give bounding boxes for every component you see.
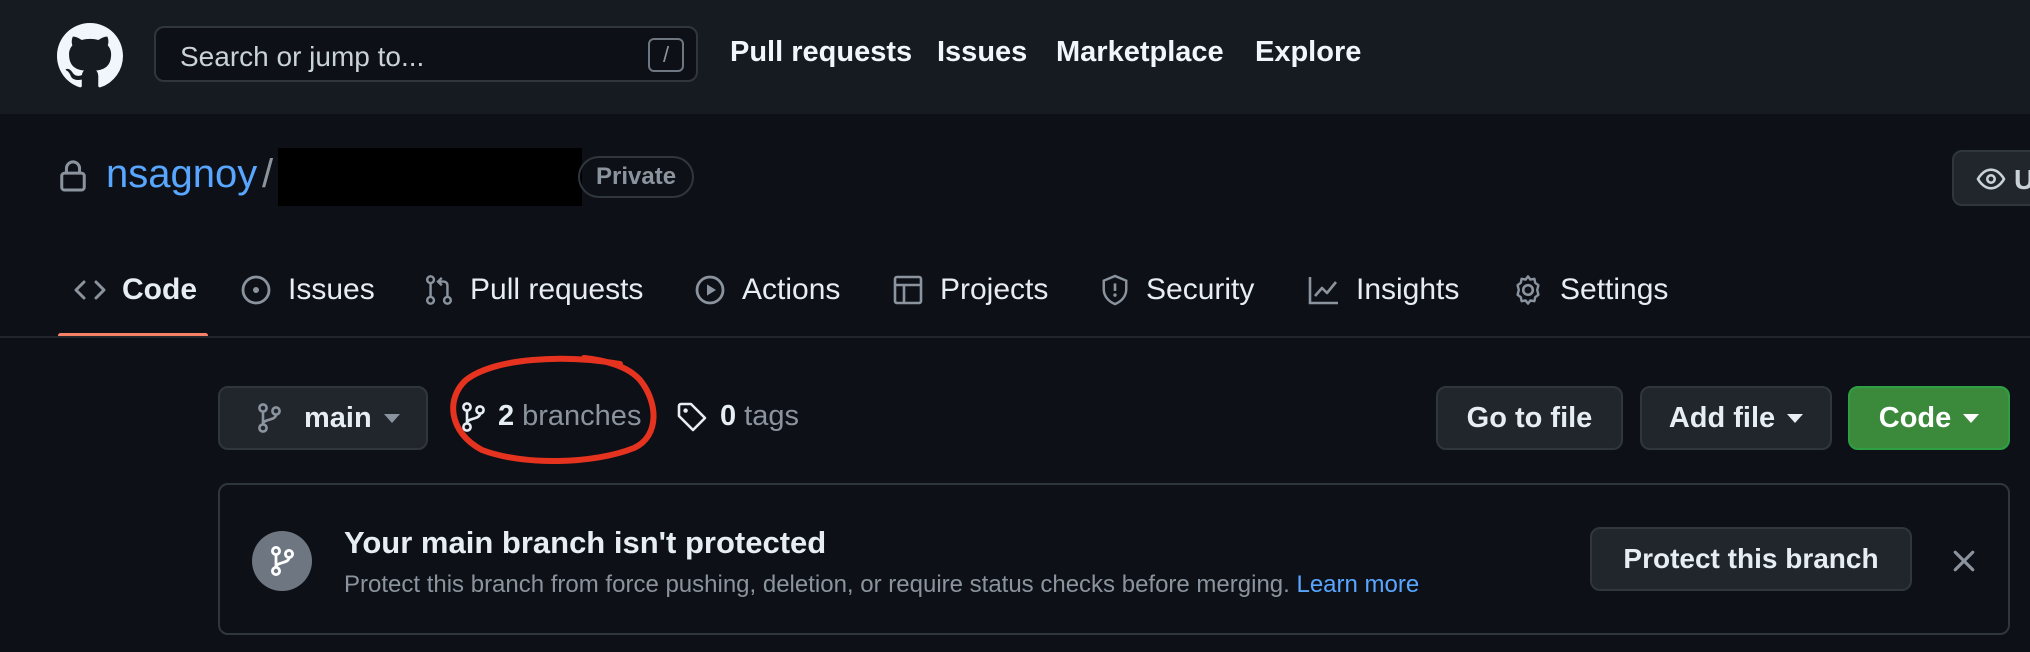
banner-description-text: Protect this branch from force pushing, … <box>344 571 1290 598</box>
watch-button[interactable]: U <box>1952 150 2030 206</box>
code-button-label: Code <box>1878 401 1952 434</box>
repo-path-separator: / <box>262 152 274 196</box>
banner-description: Protect this branch from force pushing, … <box>344 571 1419 599</box>
go-to-file-button[interactable]: Go to file <box>1436 386 1623 450</box>
branch-selector-button[interactable]: main <box>218 386 428 450</box>
issue-opened-icon <box>241 275 271 305</box>
search-input[interactable]: Search or jump to... / <box>154 26 698 82</box>
tab-projects[interactable]: Projects <box>892 270 1048 310</box>
annotation-circle <box>450 355 657 465</box>
visibility-badge: Private <box>578 156 695 198</box>
nav-marketplace[interactable]: Marketplace <box>1056 36 1224 69</box>
git-pull-request-icon <box>425 275 453 305</box>
nav-issues[interactable]: Issues <box>937 36 1027 69</box>
gear-icon <box>1516 275 1540 305</box>
tab-code-label: Code <box>122 273 197 306</box>
close-icon[interactable] <box>1950 547 1978 575</box>
code-button[interactable]: Code <box>1848 386 2010 450</box>
repo-owner-link[interactable]: nsagnoy <box>106 152 257 197</box>
tab-insights[interactable]: Insights <box>1308 270 1459 310</box>
tab-security-label: Security <box>1146 273 1255 306</box>
global-header: Search or jump to... / Pull requests Iss… <box>0 0 2030 114</box>
tab-pull-requests[interactable]: Pull requests <box>424 270 643 310</box>
shield-icon <box>1102 274 1128 306</box>
watch-button-label: U <box>2014 164 2030 195</box>
eye-icon <box>1976 168 2006 190</box>
banner-branch-icon <box>252 531 312 591</box>
tab-security[interactable]: Security <box>1100 270 1254 310</box>
git-branch-icon <box>271 546 294 576</box>
tab-settings-label: Settings <box>1560 273 1669 306</box>
search-shortcut-key: / <box>648 38 684 72</box>
tab-actions-label: Actions <box>742 273 841 306</box>
tags-label: tags <box>744 400 799 432</box>
tags-count: 0 <box>720 400 737 432</box>
table-icon <box>893 275 923 305</box>
git-branch-icon <box>258 403 281 433</box>
learn-more-link[interactable]: Learn more <box>1296 571 1419 598</box>
branch-protection-banner: Your main branch isn't protected Protect… <box>218 483 2010 635</box>
tab-actions[interactable]: Actions <box>694 270 840 310</box>
play-icon <box>695 275 725 305</box>
tab-insights-label: Insights <box>1356 273 1460 306</box>
protect-branch-button[interactable]: Protect this branch <box>1590 527 1912 591</box>
add-file-button[interactable]: Add file <box>1640 386 1832 450</box>
tab-projects-label: Projects <box>940 273 1049 306</box>
search-placeholder: Search or jump to... <box>180 41 425 72</box>
tab-code[interactable]: Code <box>74 270 197 310</box>
code-icon <box>74 280 106 300</box>
current-branch-label: main <box>304 401 372 434</box>
tabs-divider <box>0 336 2030 338</box>
add-file-label: Add file <box>1668 401 1776 434</box>
chevron-down-icon <box>1787 413 1804 423</box>
tags-link[interactable]: 0 tags <box>676 400 799 433</box>
go-to-file-label: Go to file <box>1466 401 1593 434</box>
tab-issues[interactable]: Issues <box>240 270 375 310</box>
tab-pull-requests-label: Pull requests <box>470 273 644 306</box>
github-logo-icon[interactable] <box>57 23 123 89</box>
chevron-down-icon <box>1963 413 1980 423</box>
redacted-repo-name <box>278 148 582 206</box>
nav-explore[interactable]: Explore <box>1255 36 1361 69</box>
graph-icon <box>1308 277 1338 305</box>
tab-settings[interactable]: Settings <box>1512 270 1668 310</box>
protect-branch-label: Protect this branch <box>1623 543 1879 574</box>
nav-pull-requests[interactable]: Pull requests <box>730 36 912 69</box>
tab-issues-label: Issues <box>288 273 375 306</box>
banner-title: Your main branch isn't protected <box>344 525 827 560</box>
lock-icon <box>60 160 86 192</box>
tag-icon <box>677 402 707 431</box>
chevron-down-icon <box>383 413 400 423</box>
